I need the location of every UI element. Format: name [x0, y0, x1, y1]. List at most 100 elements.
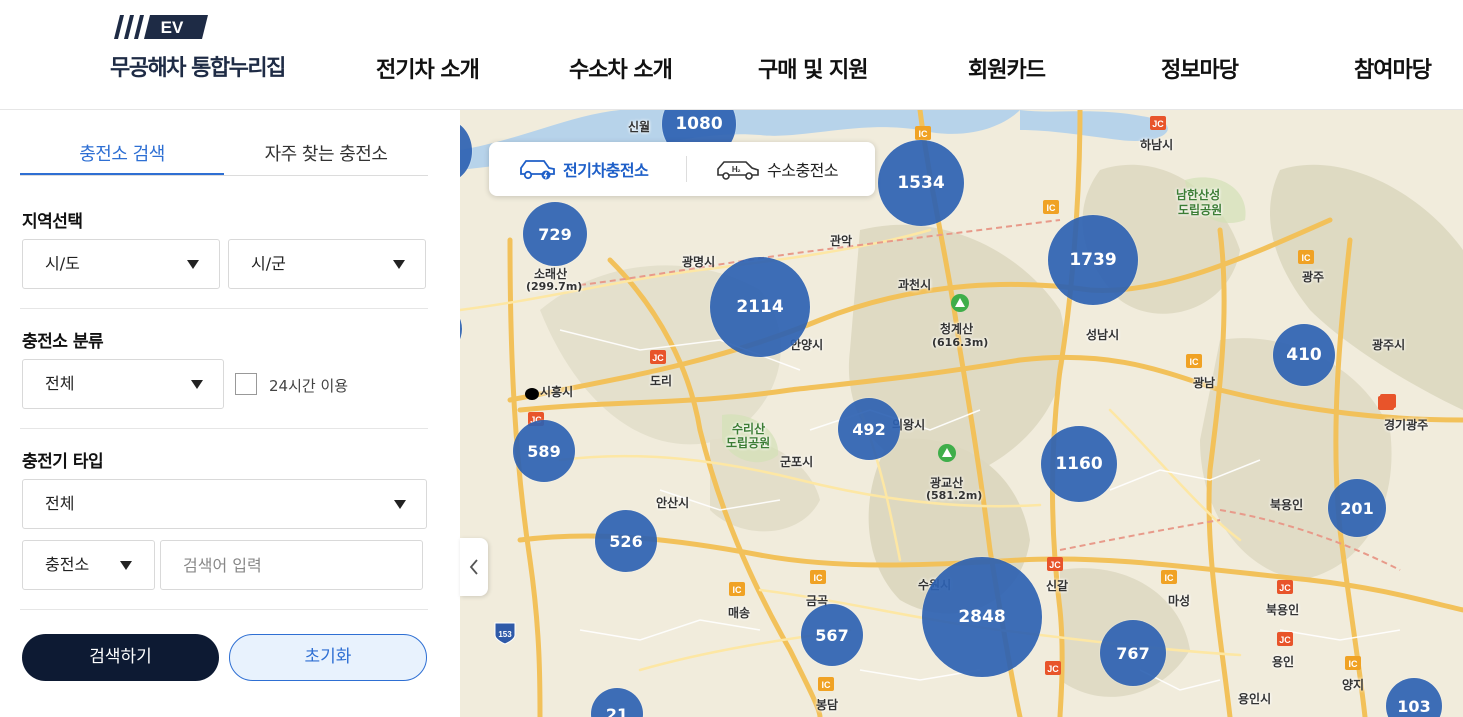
chevron-down-icon	[191, 380, 203, 389]
svg-text:IC: IC	[733, 585, 743, 595]
collapse-sidebar-button[interactable]	[460, 538, 488, 596]
place-label: (581.2m)	[926, 489, 983, 502]
h2-station-label: 수소충전소	[767, 161, 839, 180]
24h-checkbox[interactable]	[235, 373, 257, 395]
nav-ev-intro[interactable]: 전기차 소개	[376, 52, 480, 84]
svg-text:JC: JC	[1152, 119, 1164, 129]
place-label: 마성	[1168, 594, 1191, 608]
keyword-search-input[interactable]	[160, 540, 423, 590]
charger-type-title: 충전기 타입	[22, 452, 104, 472]
station-cluster[interactable]: 567	[801, 604, 863, 666]
section-divider	[20, 428, 428, 429]
svg-text:IC: IC	[1190, 357, 1200, 367]
place-label: 용인	[1272, 655, 1295, 669]
place-label: 북용인	[1266, 603, 1300, 617]
ev-station-label: 전기차충전소	[563, 161, 649, 180]
place-label: (616.3m)	[932, 336, 989, 349]
station-cluster[interactable]: 1534	[878, 140, 964, 226]
route-shield-icon: 153	[494, 622, 516, 645]
place-label: 도립공원	[1178, 203, 1223, 217]
site-header: EV 무공해차 통합누리집 전기차 소개 수소차 소개 구매 및 지원 회원카드…	[0, 0, 1463, 110]
place-label: 하남시	[1140, 138, 1174, 152]
place-label: 신월	[628, 120, 651, 134]
h2-station-toggle[interactable]: H₂ 수소충전소	[715, 142, 839, 196]
ev-car-icon	[520, 160, 555, 180]
svg-text:153: 153	[498, 630, 512, 639]
place-label: 도리	[650, 374, 673, 388]
svg-text:IC: IC	[814, 573, 824, 583]
nav-member-card[interactable]: 회원카드	[968, 52, 1046, 84]
station-cluster[interactable]: 492	[838, 398, 900, 460]
station-cluster[interactable]: 767	[1100, 620, 1166, 686]
sido-select[interactable]: 시/도	[22, 239, 220, 289]
station-cluster[interactable]: 1739	[1048, 215, 1138, 305]
station-cluster[interactable]: 729	[523, 202, 587, 266]
station-cluster[interactable]: 410	[1273, 324, 1335, 386]
search-scope-select[interactable]: 충전소	[22, 540, 155, 590]
place-label: (299.7m)	[526, 280, 583, 293]
place-label: 관악	[830, 234, 853, 248]
place-label: 광명시	[682, 255, 716, 269]
svg-text:JC: JC	[1279, 583, 1291, 593]
station-cluster[interactable]: 2114	[710, 257, 810, 357]
search-button[interactable]: 검색하기	[22, 634, 219, 681]
svg-text:IC: IC	[822, 680, 832, 690]
svg-text:EV: EV	[161, 18, 184, 37]
svg-text:JC: JC	[1279, 635, 1291, 645]
chevron-down-icon	[187, 260, 199, 269]
svg-text:H₂: H₂	[732, 165, 741, 174]
tab-station-search[interactable]: 충전소 검색	[20, 140, 224, 176]
nav-info[interactable]: 정보마당	[1161, 52, 1239, 84]
place-label: 과천시	[898, 278, 932, 292]
ev-logo-badge[interactable]: EV	[112, 15, 208, 39]
ev-station-toggle[interactable]: 전기차충전소	[517, 142, 649, 196]
section-divider	[20, 609, 428, 610]
station-cluster[interactable]: 526	[595, 510, 657, 572]
charging-station-map[interactable]: JC IC JC IC IC IC JC JC IC IC IC JC JC I…	[460, 110, 1463, 717]
reset-button[interactable]: 초기화	[229, 634, 427, 681]
charger-type-select-value: 전체	[45, 494, 75, 513]
svg-text:JC: JC	[1049, 560, 1061, 570]
sigun-select[interactable]: 시/군	[228, 239, 426, 289]
station-cluster[interactable]: 589	[513, 420, 575, 482]
place-label: 광주	[1302, 270, 1325, 284]
category-title: 충전소 분류	[22, 332, 104, 352]
nav-participation[interactable]: 참여마당	[1354, 52, 1432, 84]
station-cluster[interactable]: 2848	[922, 557, 1042, 677]
place-label: 성남시	[1086, 328, 1120, 342]
place-label: 용인시	[1238, 692, 1272, 706]
h2-car-icon: H₂	[717, 161, 759, 180]
station-cluster[interactable]: 1160	[1041, 426, 1117, 502]
station-cluster[interactable]: 201	[1328, 479, 1386, 537]
sigun-select-value: 시/군	[251, 254, 286, 273]
place-label: 경기광주	[1384, 418, 1429, 432]
place-label: 광주시	[1372, 338, 1406, 352]
search-sidebar: 충전소 검색 자주 찾는 충전소 지역선택 시/도 시/군 충전소 분류 전체 …	[0, 110, 460, 717]
svg-text:IC: IC	[1302, 253, 1312, 263]
section-divider	[20, 308, 428, 309]
chevron-down-icon	[120, 561, 132, 570]
tab-favorite-stations[interactable]: 자주 찾는 충전소	[224, 140, 428, 176]
station-type-toggle: 전기차충전소 H₂ 수소충전소	[489, 142, 875, 196]
place-label: 도립공원	[726, 436, 771, 450]
nav-h2-intro[interactable]: 수소차 소개	[569, 52, 673, 84]
place-label: 양지	[1342, 678, 1365, 692]
site-logo-text[interactable]: 무공해차 통합누리집	[110, 50, 286, 82]
svg-text:IC: IC	[1349, 659, 1359, 669]
chevron-down-icon	[394, 500, 406, 509]
place-label: 북용인	[1270, 498, 1304, 512]
chevron-left-icon	[469, 559, 478, 575]
charger-type-select[interactable]: 전체	[22, 479, 427, 529]
search-scope-value: 충전소	[45, 555, 90, 574]
region-title: 지역선택	[22, 212, 83, 232]
svg-text:IC: IC	[1047, 203, 1057, 213]
nav-purchase-support[interactable]: 구매 및 지원	[758, 52, 869, 84]
place-label: 시흥시	[540, 385, 574, 399]
chevron-down-icon	[393, 260, 405, 269]
category-select[interactable]: 전체	[22, 359, 224, 409]
24h-checkbox-label[interactable]: 24시간 이용	[269, 375, 348, 396]
svg-text:IC: IC	[1165, 573, 1175, 583]
tab-divider	[20, 175, 428, 176]
place-label: 군포시	[780, 455, 814, 469]
category-select-value: 전체	[45, 374, 75, 393]
